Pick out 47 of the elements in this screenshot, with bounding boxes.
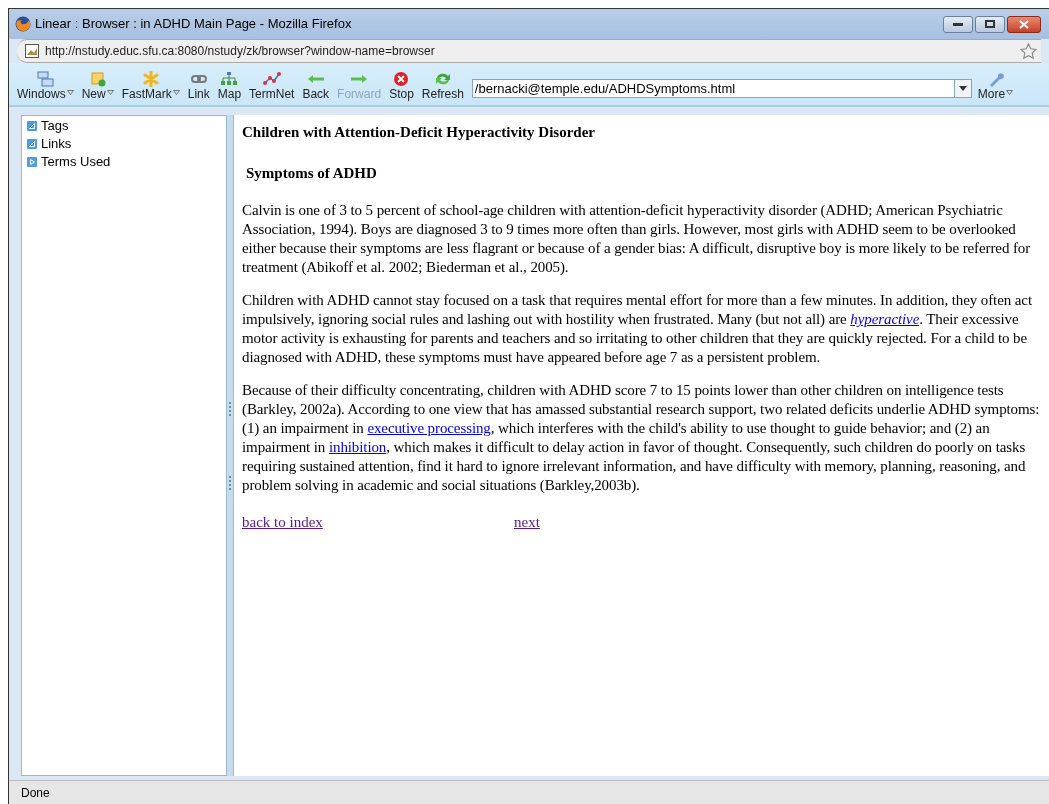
dropdown-arrow-icon bbox=[958, 86, 967, 91]
window-title: Linear : Browser : in ADHD Main Page - Mozilla Firefox bbox=[35, 15, 352, 34]
maximize-button[interactable] bbox=[975, 15, 1005, 33]
toolbar-button[interactable]: Back bbox=[300, 71, 332, 101]
body-paragraph: Children with ADHD cannot stay focused on a task that requires mental effort for more than a few minutes. In addition, they often act impulsively, ignoring social rules and lashing out with hostility when frustrated. Many (but not all) are hyperactive. Their excessive motor activity is exhausting for parents and teachers and so irritating to other children that they are quickly rejected. For a child to be diagnosed with ADHD, these symptoms must have appeared before age 7 as a persistent problem. bbox=[242, 291, 1033, 367]
nav-link[interactable]: back to index bbox=[242, 513, 514, 532]
toolbar-button[interactable]: Stop bbox=[387, 71, 416, 101]
firefox-icon bbox=[15, 16, 31, 32]
caret-icon bbox=[172, 90, 180, 95]
tree-item[interactable]: Terms Used bbox=[27, 153, 226, 171]
toolbar-button[interactable]: Refresh bbox=[419, 71, 466, 101]
asterisk-icon bbox=[141, 71, 160, 87]
minimize-button[interactable] bbox=[943, 15, 973, 33]
section-heading: Symptoms of ADHD bbox=[246, 164, 378, 183]
more-button[interactable]: More bbox=[977, 71, 1014, 101]
tree-item[interactable]: Links bbox=[27, 135, 226, 153]
stop-icon bbox=[392, 71, 411, 87]
collapsed-icon[interactable] bbox=[27, 157, 37, 167]
network-graph-icon bbox=[262, 71, 281, 87]
toolbar-button[interactable]: TermNet bbox=[247, 71, 297, 101]
nav-link[interactable]: next bbox=[514, 513, 540, 532]
refresh-icon bbox=[433, 71, 452, 87]
star-icon[interactable] bbox=[1020, 42, 1037, 60]
location-field[interactable]: /bernacki@temple.edu/ADHDSymptoms.html bbox=[471, 79, 955, 98]
caret-icon bbox=[66, 90, 74, 95]
tree-item[interactable]: Tags bbox=[27, 117, 226, 135]
toolbar-button[interactable]: FastMark bbox=[119, 71, 182, 101]
toolbar-button[interactable]: Windows bbox=[15, 71, 76, 101]
page-title: Children with Attention-Deficit Hyperactivity Disorder bbox=[242, 123, 596, 142]
windows-icon bbox=[36, 71, 55, 87]
expanded-icon[interactable] bbox=[27, 139, 37, 149]
text-link[interactable]: executive processing bbox=[367, 420, 491, 436]
site-icon bbox=[25, 44, 39, 58]
new-note-icon bbox=[88, 71, 107, 87]
close-icon bbox=[1019, 19, 1029, 29]
toolbar-button[interactable]: New bbox=[79, 71, 116, 101]
caret-icon bbox=[1006, 90, 1014, 95]
caret-icon bbox=[106, 90, 114, 95]
toolbar-button[interactable]: Map bbox=[215, 71, 244, 101]
body-paragraph: Calvin is one of 3 to 5 percent of school-age children with attention-deficit hyperactivity disorder (ADHD; American Psychiatric Association, 1994). Boys are diagnosed 3 to 9 times more often than girls. However, most girls with ADHD seem to be overlooked either because their symptoms are less flagrant or because of a gender bias: A difficult, disruptive boy is more likely to be referred for treatment (Abikoff et al. 2002; Biederman et al., 2005). bbox=[242, 201, 1032, 277]
close-button[interactable] bbox=[1007, 15, 1041, 33]
url-text: http://nstudy.educ.sfu.ca:8080/nstudy/zk/browser?window-name=browser bbox=[45, 43, 435, 60]
body-paragraph: Because of their difficulty concentrating, children with ADHD score 7 to 15 points lower than other children on intelligence tests (Barkley, 2002a). According to one view that has amassed substantial research support, two related deficits underlie ADHD symptoms: (1) an impairment in executive processing, which interferes with the child's ability to use thought to guide behavior; and (2) an impairment in inhibition, which makes it difficult to delay action in favor of thought. Consequently, such children do poorly on tasks requiring sustained attention, find it hard to ignore irrelevant information, and have difficulty with memory, planning, reasoning, and problem solving in academic and social situations (Barkley,2003b). bbox=[242, 381, 1041, 495]
status-text: Done bbox=[21, 784, 50, 802]
hierarchy-icon bbox=[220, 71, 239, 87]
toolbar-button[interactable]: Link bbox=[185, 71, 212, 101]
expanded-icon[interactable] bbox=[27, 121, 37, 131]
